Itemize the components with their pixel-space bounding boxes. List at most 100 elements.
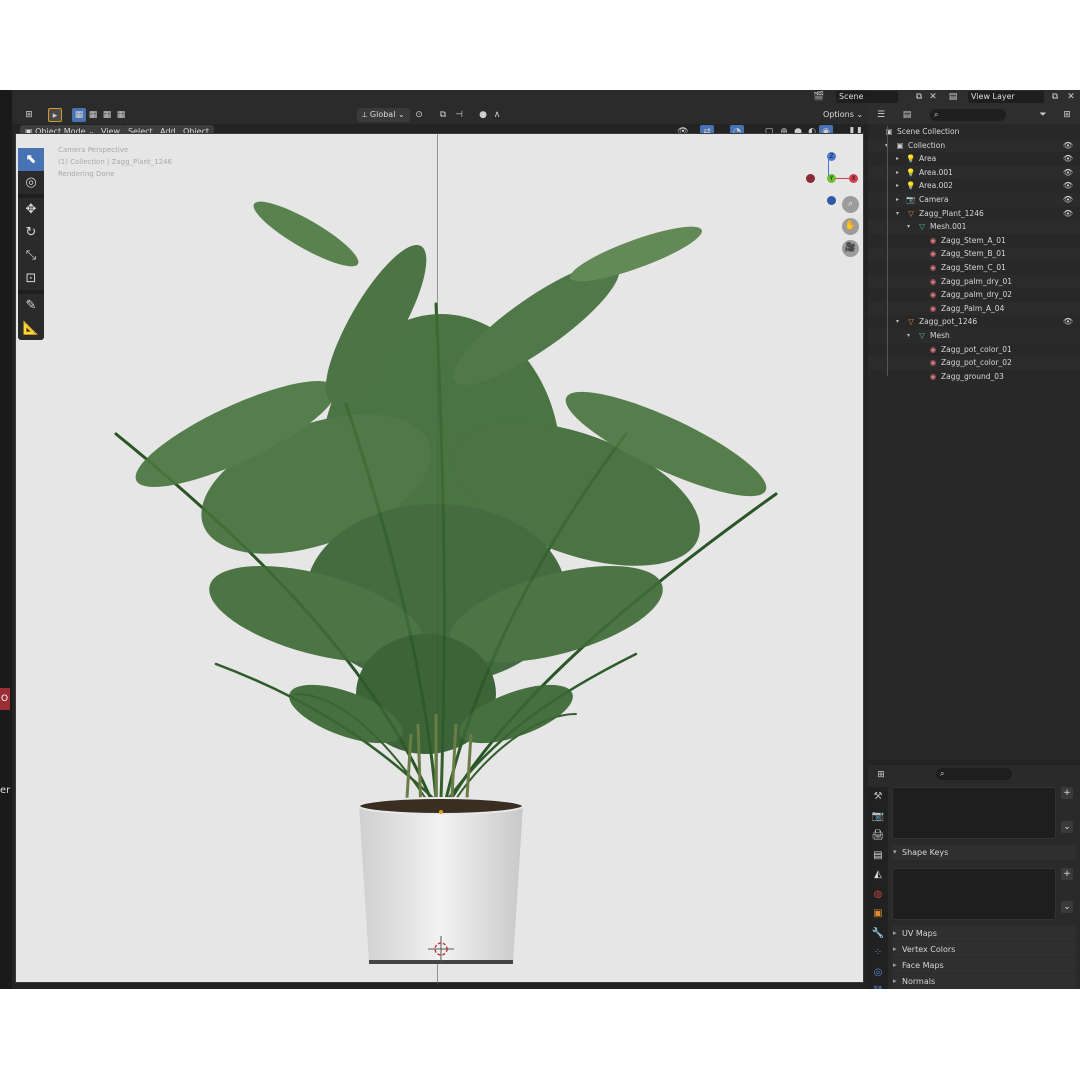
outliner-item-icon: ▣: [885, 127, 893, 136]
constraints-tab-icon[interactable]: ⛓: [868, 982, 888, 989]
outliner-row[interactable]: ▾▣Collection👁: [868, 138, 1080, 153]
expand-toggle-icon[interactable]: ▸: [896, 179, 899, 193]
transform-orientation-select[interactable]: ⟂ Global ⌄: [357, 108, 410, 122]
outliner-item-icon: ◉: [929, 290, 937, 300]
visibility-eye-icon[interactable]: 👁: [1063, 179, 1073, 193]
outliner-row[interactable]: ▾ ▽ Mesh: [868, 328, 1080, 343]
snap-target-icon[interactable]: ⊣: [452, 108, 466, 122]
outliner-item-icon: ◉: [929, 303, 937, 313]
view-layer-icon[interactable]: ▤: [946, 90, 960, 104]
new-view-layer-icon[interactable]: ⧉: [1048, 90, 1062, 104]
outliner-row[interactable]: ▸ 📷 Camera 👁: [868, 192, 1080, 207]
select-subtract-icon[interactable]: ▦: [100, 108, 114, 122]
expand-toggle-icon[interactable]: ▾: [907, 220, 910, 234]
render-tab-icon[interactable]: 📷: [868, 807, 888, 827]
outliner-item-label: Zagg_palm_dry_01: [941, 276, 1013, 286]
outliner-row[interactable]: ▾ ▽ Zagg_Plant_1246 👁: [868, 207, 1080, 221]
select-invert-icon[interactable]: ▦: [114, 108, 128, 122]
scene-field[interactable]: Scene: [836, 91, 898, 103]
properties-editor-type-icon[interactable]: ⊞: [874, 768, 888, 782]
outliner-item-label: Zagg_Stem_B_01: [941, 249, 1006, 259]
object-tab-icon[interactable]: ▣: [868, 904, 888, 924]
outliner-row[interactable]: ◉ Zagg_pot_color_01: [868, 343, 1080, 357]
physics-tab-icon[interactable]: ◎: [868, 963, 888, 983]
section-vertex-colors[interactable]: Vertex Colors: [892, 942, 1076, 957]
delete-scene-icon[interactable]: ✕: [926, 90, 940, 104]
outliner-row[interactable]: ▸ 💡 Area 👁: [868, 152, 1080, 166]
outliner-row[interactable]: ▾ ▽ Mesh.001: [868, 220, 1080, 234]
vertex-groups-list[interactable]: [892, 787, 1056, 839]
particles-tab-icon[interactable]: ⁘: [868, 943, 888, 963]
outliner-row[interactable]: ◉ Zagg_Stem_B_01: [868, 247, 1080, 261]
truncated-label: er: [0, 785, 11, 796]
visibility-eye-icon[interactable]: 👁: [1063, 166, 1073, 180]
outliner-item-label: Area: [919, 154, 937, 164]
outliner-row[interactable]: ▸ 💡 Area.002 👁: [868, 179, 1080, 193]
visibility-eye-icon[interactable]: 👁: [1063, 193, 1073, 207]
outliner-row[interactable]: ▣ Scene Collection: [868, 125, 1080, 139]
vertex-group-menu-button[interactable]: ⌄: [1061, 821, 1073, 833]
select-new-icon[interactable]: ▦: [72, 108, 86, 122]
scene-tab-icon[interactable]: ◭: [868, 865, 888, 885]
pivot-icon[interactable]: ⊙: [412, 108, 426, 122]
select-mode-icon[interactable]: ▸: [48, 108, 62, 122]
section-shape-keys[interactable]: Shape Keys: [892, 845, 1076, 860]
outliner-editor-type-icon[interactable]: ☰: [874, 108, 888, 122]
visibility-eye-icon[interactable]: 👁: [1063, 152, 1073, 166]
outliner-search-input[interactable]: ⌕: [930, 109, 1006, 121]
expand-toggle-icon[interactable]: ▾: [896, 207, 899, 221]
outliner-item-icon: 💡: [906, 154, 916, 164]
add-vertex-group-button[interactable]: +: [1061, 787, 1073, 799]
falloff-icon[interactable]: ∧: [490, 108, 504, 122]
scene-icon[interactable]: 🎬: [812, 90, 826, 104]
properties-search-input[interactable]: ⌕: [936, 768, 1012, 780]
outliner-item-icon: ◉: [929, 371, 937, 381]
outliner-row[interactable]: ◉ Zagg_Palm_A_04: [868, 301, 1080, 316]
new-collection-icon[interactable]: ⊞: [1060, 108, 1074, 122]
section-face-maps[interactable]: Face Maps: [892, 958, 1076, 973]
section-uv-maps[interactable]: UV Maps: [892, 926, 1076, 941]
outliner-row[interactable]: ▸ 💡 Area.001 👁: [868, 165, 1080, 180]
outliner-item-icon: ◉: [929, 262, 937, 272]
tool-tab-icon[interactable]: ⚒: [868, 787, 888, 807]
expand-toggle-icon[interactable]: ▸: [896, 166, 899, 180]
view-layer-tab-icon[interactable]: ▤: [868, 846, 888, 866]
outliner-row[interactable]: ◉ Zagg_pot_color_02: [868, 356, 1080, 370]
outliner-row[interactable]: ◉ Zagg_Stem_C_01: [868, 261, 1080, 275]
section-normals[interactable]: Normals: [892, 974, 1076, 989]
output-tab-icon[interactable]: 🖨: [868, 826, 888, 846]
outliner-row[interactable]: ◉ Zagg_palm_dry_02: [868, 288, 1080, 302]
world-tab-icon[interactable]: ◍: [868, 885, 888, 905]
leaf-mass: [135, 201, 767, 754]
outliner-item-label: Mesh: [930, 330, 950, 340]
3d-viewport[interactable]: Camera Perspective (1) Collection | Zagg…: [15, 133, 864, 984]
add-shape-key-button[interactable]: +: [1061, 868, 1073, 880]
expand-toggle-icon[interactable]: ▸: [896, 152, 899, 166]
editor-type-icon[interactable]: ⊞: [22, 108, 36, 122]
outliner-panel: 🎬 Scene ⧉ ✕ ▤ View Layer ⧉ ✕ ☰ ▤ ⌕ ⏷ ⊞ ▣…: [813, 90, 1080, 760]
expand-toggle-icon[interactable]: ▾: [896, 315, 899, 329]
filter-icon[interactable]: ⏷: [1036, 108, 1050, 122]
visibility-eye-icon[interactable]: 👁: [1063, 207, 1073, 221]
delete-view-layer-icon[interactable]: ✕: [1064, 90, 1078, 104]
properties-tabs: ⚒ 📷 🖨 ▤ ◭ ◍ ▣ 🔧 ⁘ ◎ ⛓: [868, 787, 888, 989]
shape-key-menu-button[interactable]: ⌄: [1061, 901, 1073, 913]
modifier-tab-icon[interactable]: 🔧: [868, 924, 888, 944]
shape-keys-list[interactable]: [892, 868, 1056, 920]
expand-toggle-icon[interactable]: ▸: [896, 193, 899, 207]
options-dropdown[interactable]: Options ⌄: [818, 108, 869, 122]
visibility-eye-icon[interactable]: 👁: [1063, 315, 1073, 329]
display-mode-icon[interactable]: ▤: [900, 108, 914, 122]
expand-toggle-icon[interactable]: ▾: [907, 329, 910, 343]
outliner-row[interactable]: ▾ ▽ Zagg_pot_1246 👁: [868, 315, 1080, 329]
select-extend-icon[interactable]: ▦: [86, 108, 100, 122]
outliner-row[interactable]: ◉ Zagg_Stem_A_01: [868, 234, 1080, 248]
snap-icon[interactable]: ⧉: [436, 108, 450, 122]
record-indicator: O: [0, 688, 10, 710]
outliner-row[interactable]: ◉ Zagg_palm_dry_01: [868, 274, 1080, 289]
outliner-row[interactable]: ◉ Zagg_ground_03: [868, 370, 1080, 384]
proportional-edit-icon[interactable]: ●: [476, 108, 490, 122]
new-scene-icon[interactable]: ⧉: [912, 90, 926, 104]
visibility-eye-icon[interactable]: 👁: [1063, 139, 1073, 153]
view-layer-field[interactable]: View Layer: [968, 91, 1044, 103]
